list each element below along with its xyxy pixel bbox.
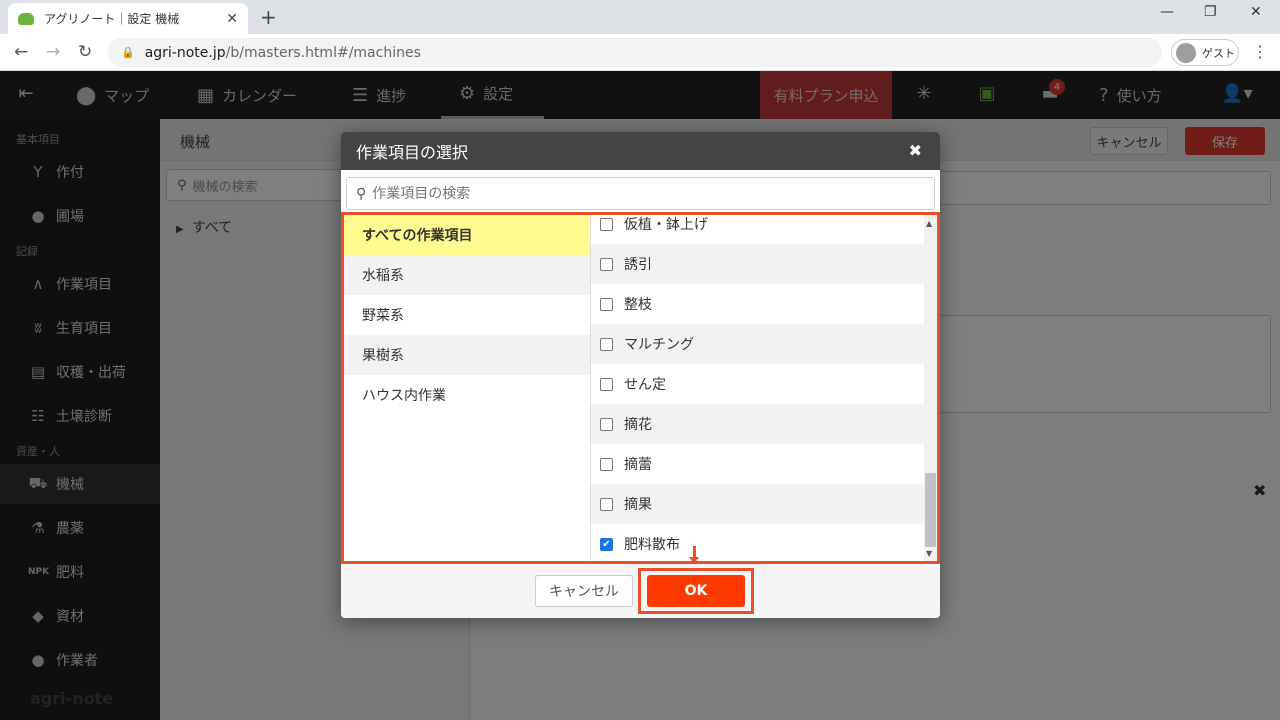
profile-label: ゲスト — [1202, 46, 1235, 60]
restore-icon[interactable]: ❐ — [1204, 4, 1217, 20]
frog-favicon-icon — [18, 12, 34, 25]
back-icon[interactable]: ← — [14, 42, 28, 62]
category-item-greenhouse[interactable]: ハウス内作業 — [344, 375, 590, 415]
work-item-label: 摘蕾 — [624, 457, 652, 473]
category-item-all[interactable]: すべての作業項目 — [344, 215, 590, 255]
profile-button[interactable]: ゲスト — [1171, 39, 1239, 66]
work-item-row[interactable]: 整枝 — [591, 284, 924, 324]
work-item-search-field[interactable] — [372, 185, 934, 202]
checkbox[interactable] — [600, 217, 613, 231]
modal-close-icon[interactable]: ✖ — [909, 141, 922, 160]
window-close-icon[interactable]: ✕ — [1250, 4, 1262, 20]
work-item-row[interactable]: せん定 — [591, 364, 924, 404]
work-item-label: 仮植・鉢上げ — [624, 217, 708, 233]
scroll-up-icon[interactable]: ▲ — [926, 219, 932, 228]
work-item-search-input[interactable]: ⚲ — [346, 177, 935, 210]
work-item-label: せん定 — [624, 377, 666, 393]
checkbox[interactable] — [600, 377, 613, 391]
url-domain: agri-note.jp — [144, 44, 226, 61]
minimize-icon[interactable]: — — [1160, 4, 1174, 20]
work-item-row[interactable]: ✔ 肥料散布 — [591, 524, 924, 561]
avatar-icon — [1176, 42, 1196, 63]
work-item-row[interactable]: 摘蕾 — [591, 444, 924, 484]
work-item-list: 仮植・鉢上げ 誘引 整枝 マルチング せん定 摘花 摘蕾 摘果 ✔ 肥料散布 — [590, 215, 924, 561]
browser-tab[interactable]: アグリノート｜設定 機械 ✕ — [8, 3, 248, 34]
tab-title: アグリノート｜設定 機械 — [44, 12, 180, 26]
work-item-row[interactable]: 仮植・鉢上げ — [591, 215, 924, 244]
work-item-row[interactable]: マルチング — [591, 324, 924, 364]
selection-area: すべての作業項目 水稲系 野菜系 果樹系 ハウス内作業 仮植・鉢上げ 誘引 整枝… — [341, 212, 940, 564]
checkbox[interactable] — [600, 497, 613, 511]
url-field[interactable]: 🔒 agri-note.jp/b/masters.html#/machines — [107, 38, 1162, 67]
category-item-vegetables[interactable]: 野菜系 — [344, 295, 590, 335]
new-tab-icon[interactable]: + — [260, 5, 277, 29]
item-list-scrollbar[interactable]: ▲ ▼ — [924, 215, 937, 561]
modal-cancel-button[interactable]: キャンセル — [535, 575, 633, 607]
scroll-down-icon[interactable]: ▼ — [926, 549, 932, 558]
checkbox[interactable] — [600, 297, 613, 311]
checkbox-checked[interactable]: ✔ — [600, 537, 613, 551]
modal-title: 作業項目の選択 — [356, 143, 469, 162]
browser-tabbar: アグリノート｜設定 機械 ✕ + — ❐ ✕ — [0, 0, 1280, 34]
work-item-select-modal: 作業項目の選択 ✖ ⚲ すべての作業項目 水稲系 野菜系 果樹系 ハウス内作業 … — [341, 132, 940, 618]
scrollbar-thumb[interactable] — [925, 473, 936, 547]
checkbox[interactable] — [600, 417, 613, 431]
modal-footer: キャンセル OK — [341, 564, 940, 618]
ok-highlight-box: OK — [638, 568, 754, 614]
address-bar: ← → ↻ 🔒 agri-note.jp/b/masters.html#/mac… — [0, 34, 1280, 71]
work-item-row[interactable]: 摘果 — [591, 484, 924, 524]
modal-header: 作業項目の選択 ✖ — [341, 132, 940, 170]
lock-icon: 🔒 — [121, 46, 135, 59]
ok-button[interactable]: OK — [647, 575, 745, 607]
annotation-arrow-head — [689, 557, 699, 564]
checkbox[interactable] — [600, 257, 613, 271]
more-menu-icon[interactable]: ⋮ — [1252, 42, 1268, 61]
work-item-label: 肥料散布 — [624, 537, 680, 553]
work-item-label: マルチング — [624, 337, 694, 353]
work-item-label: 摘花 — [624, 417, 652, 433]
work-item-label: 誘引 — [624, 257, 652, 273]
search-icon: ⚲ — [356, 185, 367, 202]
tab-close-icon[interactable]: ✕ — [226, 11, 238, 27]
category-item-rice[interactable]: 水稲系 — [344, 255, 590, 295]
url-path: /b/masters.html#/machines — [225, 44, 421, 61]
category-list: すべての作業項目 水稲系 野菜系 果樹系 ハウス内作業 — [344, 215, 590, 561]
reload-icon[interactable]: ↻ — [78, 42, 92, 62]
category-item-fruit-trees[interactable]: 果樹系 — [344, 335, 590, 375]
checkbox[interactable] — [600, 337, 613, 351]
work-item-row[interactable]: 摘花 — [591, 404, 924, 444]
work-item-label: 整枝 — [624, 297, 652, 313]
work-item-label: 摘果 — [624, 497, 652, 513]
forward-icon[interactable]: → — [46, 42, 60, 62]
work-item-row[interactable]: 誘引 — [591, 244, 924, 284]
checkbox[interactable] — [600, 457, 613, 471]
